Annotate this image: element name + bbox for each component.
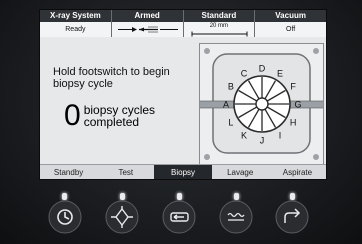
cassette-chamber-label: A (223, 100, 229, 110)
cassette-chamber-label: F (290, 82, 296, 92)
cassette-chamber-label: I (279, 131, 282, 141)
led-indicator (290, 193, 295, 200)
status-armed-title: Armed (111, 10, 183, 22)
display-screen: X-ray System Ready Armed Standard 20 mm (39, 9, 327, 180)
tab-aspirate[interactable]: Aspirate (269, 165, 326, 179)
tab-test[interactable]: Test (97, 165, 154, 179)
biopsy-counter: 0 biopsy cycles completed (64, 101, 164, 131)
test-hardware-button[interactable] (105, 200, 139, 234)
cassette-chamber-label: K (241, 131, 247, 141)
status-xray-system: X-ray System Ready (40, 10, 112, 37)
biopsy-hardware-button[interactable] (162, 200, 196, 234)
status-standard: Standard 20 mm (183, 10, 256, 37)
status-standard-value: 20 mm (183, 22, 255, 37)
cassette-chamber-label: C (241, 68, 248, 78)
tab-standby[interactable]: Standby (40, 165, 97, 179)
led-indicator (234, 193, 239, 200)
armed-needle-icon (117, 26, 178, 33)
tab-biopsy[interactable]: Biopsy (154, 165, 212, 179)
cassette-chamber-label: B (228, 82, 234, 92)
cassette-chamber-label: E (277, 68, 283, 78)
cassette-chamber-label: L (228, 118, 233, 128)
status-xray-title: X-ray System (40, 10, 111, 22)
status-bar: X-ray System Ready Armed Standard 20 mm (40, 10, 326, 37)
standard-needle-icon (191, 31, 247, 37)
aspirate-hardware-button[interactable] (275, 200, 309, 234)
mode-tab-bar: Standby Test Biopsy Lavage Aspirate (40, 164, 326, 179)
specimen-cassette-panel: ABC D EFGHI J KL (197, 43, 326, 165)
status-vacuum: Vacuum Off (255, 10, 326, 37)
led-indicator (120, 193, 125, 200)
biopsy-count-label: biopsy cycles completed (83, 103, 156, 129)
cassette-chamber-label: G (294, 100, 301, 110)
led-indicator (177, 193, 182, 200)
instruction-prompt: Hold footswitch to begin biopsy cycle (53, 66, 170, 90)
specimen-cassette-diagram: ABC D EFGHI J KL (197, 48, 326, 160)
led-indicator (62, 193, 67, 200)
status-vacuum-title: Vacuum (255, 10, 326, 22)
tab-lavage[interactable]: Lavage (212, 165, 269, 179)
cassette-chamber-label: D (259, 64, 266, 74)
standard-size-label: 20 mm (209, 23, 229, 29)
status-vacuum-value: Off (255, 22, 326, 37)
cassette-chamber-label: H (290, 118, 297, 128)
cassette-chamber-label: J (260, 136, 265, 146)
status-armed-value (111, 22, 183, 37)
lavage-hardware-button[interactable] (219, 200, 253, 234)
status-standard-title: Standard (183, 10, 255, 22)
biopsy-count-value: 0 (64, 99, 81, 132)
status-armed: Armed (111, 10, 184, 37)
standby-hardware-button[interactable] (48, 200, 82, 234)
status-xray-value: Ready (40, 22, 111, 37)
